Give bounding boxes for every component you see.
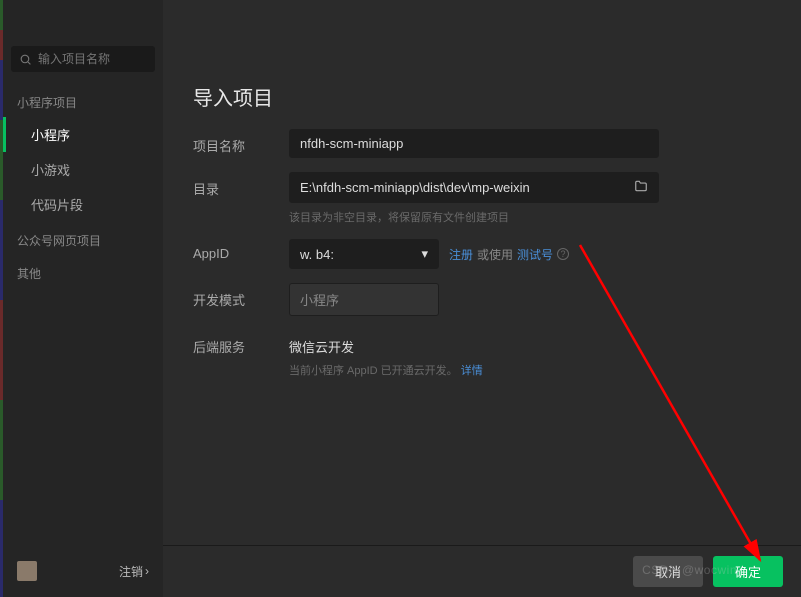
label-project-name: 项目名称 xyxy=(193,129,289,155)
cancel-button[interactable]: 取消 xyxy=(633,556,703,587)
nav-item-miniapp[interactable]: 小程序 xyxy=(3,117,163,152)
dev-mode-value: 小程序 xyxy=(300,290,339,309)
appid-side-text: 注册 或使用 测试号 ? xyxy=(449,246,569,263)
nav-item-snippet[interactable]: 代码片段 xyxy=(3,187,163,222)
appid-value: w. b4: xyxy=(300,247,334,262)
nav-item-minigame[interactable]: 小游戏 xyxy=(3,152,163,187)
page-title: 导入项目 xyxy=(163,0,801,129)
backend-service-hint: 当前小程序 AppID 已开通云开发。 详情 xyxy=(289,362,771,378)
appid-select[interactable]: w. b4: ▾ xyxy=(289,239,439,269)
footer-bar: 取消 确定 xyxy=(163,545,801,597)
project-name-input[interactable] xyxy=(289,129,659,158)
sidebar: 小程序项目 小程序 小游戏 代码片段 公众号网页项目 其他 注销 › xyxy=(3,0,163,597)
label-backend-service: 后端服务 xyxy=(193,330,289,356)
label-appid: AppID xyxy=(193,239,289,261)
directory-field[interactable] xyxy=(300,180,634,195)
dev-mode-select: 小程序 xyxy=(289,283,439,316)
logout-button[interactable]: 注销 › xyxy=(119,563,149,580)
directory-hint: 该目录为非空目录，将保留原有文件创建项目 xyxy=(289,209,771,225)
row-directory: 目录 该目录为非空目录，将保留原有文件创建项目 xyxy=(193,172,771,225)
info-icon[interactable]: ? xyxy=(557,248,569,260)
search-box[interactable] xyxy=(11,46,155,72)
service-details-link[interactable]: 详情 xyxy=(461,365,483,377)
test-account-link[interactable]: 测试号 xyxy=(517,246,553,263)
chevron-right-icon: › xyxy=(145,564,149,578)
avatar[interactable] xyxy=(17,561,37,581)
backend-service-value: 微信云开发 xyxy=(289,330,771,356)
project-name-field[interactable] xyxy=(300,136,648,151)
logout-label: 注销 xyxy=(119,563,143,580)
row-dev-mode: 开发模式 小程序 xyxy=(193,283,771,316)
row-backend-service: 后端服务 微信云开发 当前小程序 AppID 已开通云开发。 详情 xyxy=(193,330,771,378)
import-form: 项目名称 目录 该目录为非空目录，将保留原有文件创建项目 AppID xyxy=(163,129,801,378)
folder-icon[interactable] xyxy=(634,179,648,196)
label-directory: 目录 xyxy=(193,172,289,198)
directory-input[interactable] xyxy=(289,172,659,203)
nav-section-official[interactable]: 公众号网页项目 xyxy=(3,222,163,255)
service-hint-text: 当前小程序 AppID 已开通云开发。 xyxy=(289,365,458,377)
nav-section-miniapp[interactable]: 小程序项目 xyxy=(3,84,163,117)
register-link[interactable]: 注册 xyxy=(449,246,473,263)
nav-section-other[interactable]: 其他 xyxy=(3,255,163,288)
chevron-down-icon: ▾ xyxy=(421,246,428,262)
row-appid: AppID w. b4: ▾ 注册 或使用 测试号 ? xyxy=(193,239,771,269)
confirm-button[interactable]: 确定 xyxy=(713,556,783,587)
or-use-text: 或使用 xyxy=(477,246,513,263)
main-panel: 导入项目 项目名称 目录 该目录为非空目录，将保留原有文件创建项目 xyxy=(163,0,801,597)
label-dev-mode: 开发模式 xyxy=(193,283,289,309)
search-icon xyxy=(19,53,32,66)
search-input[interactable] xyxy=(38,52,147,66)
sidebar-footer: 注销 › xyxy=(3,561,163,581)
row-project-name: 项目名称 xyxy=(193,129,771,158)
